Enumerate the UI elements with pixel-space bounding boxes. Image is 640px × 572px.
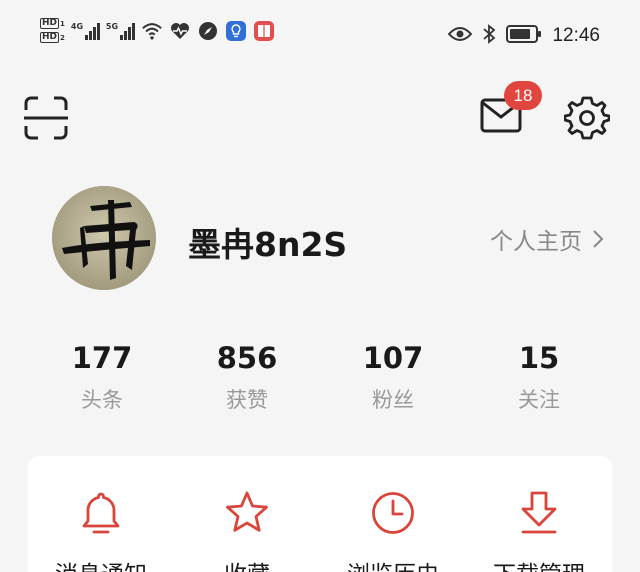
hd1-indicator: HD 1: [40, 18, 65, 29]
username: 墨冉8n2S: [188, 225, 348, 264]
tool-history[interactable]: 浏览历史: [320, 456, 466, 572]
signal-5g-icon: 5G: [106, 22, 135, 40]
hd2-indicator: HD 2: [40, 32, 65, 43]
signal-4g-icon: 4G: [71, 22, 100, 40]
stat-fans[interactable]: 107 粉丝: [333, 338, 453, 414]
stat-label: 关注: [518, 388, 560, 412]
battery-icon: [506, 25, 542, 47]
avatar-calligraphy-icon: [52, 186, 156, 290]
bulb-app-icon: [225, 20, 247, 42]
bluetooth-icon: [482, 24, 496, 48]
signal-bar: [119, 34, 123, 40]
star-icon: [226, 491, 268, 532]
settings-button[interactable]: [563, 95, 611, 141]
compass-icon: [197, 20, 219, 42]
signal-bar: [131, 22, 135, 40]
stat-value: 107: [362, 341, 424, 375]
tools-card: 消息通知 收藏 浏览历史 下载管理: [28, 456, 612, 572]
stat-label: 粉丝: [372, 388, 414, 412]
wifi-icon: [141, 20, 163, 42]
signal-bar: [96, 22, 100, 40]
status-left: HD 1 HD 2 4G 5G: [40, 18, 275, 43]
hd2-label: HD: [40, 32, 60, 43]
stat-following[interactable]: 15 关注: [479, 338, 599, 414]
signal-5g-label: 5G: [105, 21, 119, 31]
stat-value: 15: [518, 341, 560, 375]
tool-label: 浏览历史: [320, 555, 466, 572]
status-bar: HD 1 HD 2 4G 5G 12:46: [0, 0, 640, 72]
stat-likes[interactable]: 856 获赞: [187, 338, 307, 414]
book-app-icon: [253, 20, 275, 42]
status-right: 12:46: [448, 24, 600, 48]
signal-bar: [127, 26, 131, 40]
download-icon: [521, 491, 557, 534]
tool-label: 消息通知: [28, 555, 174, 572]
signal-bar: [92, 26, 96, 40]
hd1-label: HD: [40, 18, 60, 29]
mail-badge: 18: [504, 81, 542, 110]
settings-icon: [563, 96, 611, 140]
bell-icon: [82, 492, 120, 534]
signal-bar: [88, 30, 92, 40]
avatar[interactable]: [52, 186, 156, 290]
hd1-sub: 1: [60, 19, 65, 28]
homepage-label: 个人主页: [490, 229, 582, 255]
eye-icon: [448, 26, 473, 46]
tool-label: 收藏: [174, 555, 320, 572]
signal-bar: [123, 30, 127, 40]
stats-row: 177 头条 856 获赞 107 粉丝 15 关注: [0, 338, 640, 428]
stat-value: 856: [216, 341, 278, 375]
tool-favorites[interactable]: 收藏: [174, 456, 320, 572]
clock: 12:46: [552, 25, 600, 46]
tool-downloads[interactable]: 下载管理: [466, 456, 612, 572]
stat-label: 获赞: [226, 388, 268, 412]
tool-label: 下载管理: [466, 555, 612, 572]
signal-bar: [84, 34, 88, 40]
signal-4g-label: 4G: [70, 21, 84, 31]
tool-notifications[interactable]: 消息通知: [28, 456, 174, 572]
scan-button[interactable]: [24, 96, 68, 140]
stat-articles[interactable]: 177 头条: [42, 338, 162, 414]
scan-icon: [24, 96, 68, 140]
chevron-right-icon: [593, 230, 604, 248]
stat-value: 177: [71, 341, 133, 375]
hd-indicators: HD 1 HD 2: [40, 18, 65, 43]
heart-rate-icon: [169, 20, 191, 42]
hd2-sub: 2: [60, 33, 65, 42]
clock-icon: [372, 492, 414, 534]
stat-label: 头条: [81, 388, 123, 412]
homepage-link[interactable]: 个人主页: [490, 222, 604, 256]
